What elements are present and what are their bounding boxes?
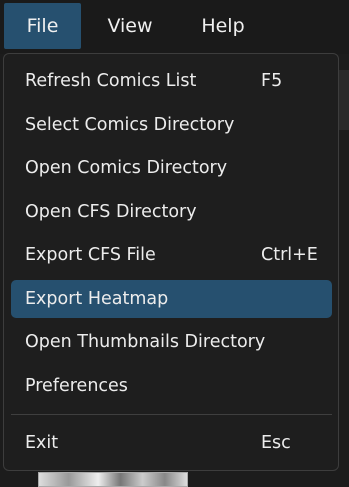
menu-item-export-heatmap[interactable]: Export Heatmap [11,280,332,318]
menu-item-label: Export CFS File [25,245,156,265]
menu-item-label: Open Thumbnails Directory [25,332,266,352]
menu-item-label: Open CFS Directory [25,202,197,222]
menu-item-exit[interactable]: Exit Esc [11,424,332,462]
menu-item-open-comics-directory[interactable]: Open Comics Directory [11,149,332,187]
menu-help[interactable]: Help [184,3,262,49]
menu-item-label: Select Comics Directory [25,115,235,135]
menu-item-shortcut: Ctrl+E [261,245,318,265]
menu-item-open-cfs-directory[interactable]: Open CFS Directory [11,193,332,231]
menu-item-select-comics-directory[interactable]: Select Comics Directory [11,106,332,144]
menu-view[interactable]: View [92,3,168,49]
menu-item-label: Export Heatmap [25,289,169,309]
menu-separator [11,414,332,415]
menu-item-open-thumbnails-directory[interactable]: Open Thumbnails Directory [11,323,332,361]
menu-bar: File View Help [0,0,349,54]
menu-item-shortcut: Esc [261,433,291,453]
menu-file[interactable]: File [4,3,81,49]
menu-item-shortcut: F5 [261,71,283,91]
menu-item-label: Preferences [25,376,128,396]
menu-item-preferences[interactable]: Preferences [11,367,332,405]
menu-item-export-cfs-file[interactable]: Export CFS File Ctrl+E [11,236,332,274]
file-dropdown-menu: Refresh Comics List F5 Select Comics Dir… [3,53,339,471]
menu-item-label: Open Comics Directory [25,158,228,178]
menu-item-refresh-comics-list[interactable]: Refresh Comics List F5 [11,62,332,100]
menu-item-label: Exit [25,433,59,453]
menu-item-label: Refresh Comics List [25,71,197,91]
